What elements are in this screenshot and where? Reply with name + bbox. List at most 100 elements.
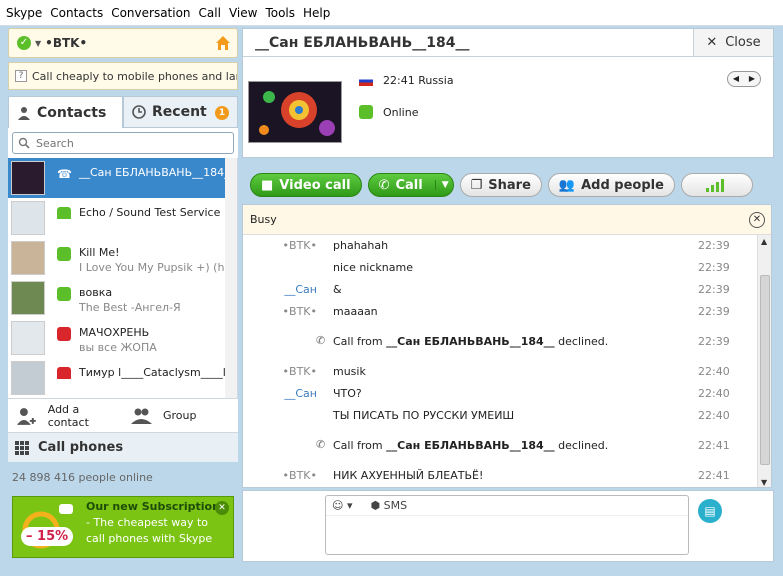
close-icon: ✕	[706, 35, 718, 50]
home-icon[interactable]	[215, 35, 231, 51]
promo-bar[interactable]: ? Call cheaply to mobile phones and land…	[8, 62, 238, 90]
scrollbar-thumb[interactable]	[760, 275, 770, 465]
chat-message: •BTK• phahahah 22:39	[243, 235, 757, 255]
scroll-up-icon[interactable]: ▲	[761, 237, 767, 246]
call-phones-label: Call phones	[38, 440, 124, 455]
contact-item[interactable]: Тимур l____Cataclysm____l	[8, 358, 237, 398]
contact-list-scrollbar[interactable]	[225, 158, 237, 398]
send-button[interactable]: ▤	[698, 499, 722, 523]
message-time: 22:41	[698, 469, 730, 482]
contact-item[interactable]: Echo / Sound Test Service	[8, 198, 237, 238]
message-text: maaaan	[333, 305, 378, 318]
chat-message: nice nickname 22:39	[243, 257, 757, 277]
emoticon-icon[interactable]: ☺ ▾	[332, 499, 353, 512]
offline-status-icon	[57, 367, 71, 379]
add-contact-button[interactable]: Add a contact	[8, 403, 123, 429]
menu-contacts[interactable]: Contacts	[50, 6, 103, 20]
chat-message: ТЫ ПИСАТЬ ПО РУССКИ УМЕИШ 22:40	[243, 405, 757, 425]
profile-nav-arrows[interactable]: ◀ ▶	[727, 71, 761, 87]
message-time: 22:39	[698, 305, 730, 318]
close-icon[interactable]: ✕	[215, 501, 229, 515]
profile-art-image	[249, 82, 341, 142]
menu-tools[interactable]: Tools	[265, 6, 295, 20]
add-people-icon: 👥	[558, 177, 576, 193]
avatar	[11, 161, 45, 195]
contact-info: МАЧОХРЕНЬ вы все ЖОПА	[57, 321, 227, 354]
video-call-button[interactable]: ■ Video call	[250, 173, 362, 197]
call-toolbar: ■ Video call ✆ Call ▼ ❐ Share 👥 Add peop…	[242, 170, 774, 200]
message-time: 22:39	[698, 261, 730, 274]
conversation-title: __Сан ЕБЛАНЬВАНЬ__184__	[243, 29, 693, 57]
add-contact-label: Add a contact	[47, 402, 89, 429]
call-button[interactable]: ✆ Call ▼	[367, 173, 454, 197]
message-text: &	[333, 283, 342, 296]
sms-button[interactable]: ⬢ SMS	[371, 499, 408, 512]
contact-item[interactable]: Kill Me! I Love You My Pupsik +) (h)	[8, 238, 237, 278]
search-area	[8, 128, 238, 158]
share-label: Share	[488, 177, 531, 193]
close-button[interactable]: ✕ Close	[693, 29, 773, 57]
menu-skype[interactable]: Skype	[6, 6, 42, 20]
compose-toolbar: ☺ ▾ ⬢ SMS	[326, 496, 688, 516]
chevron-down-icon[interactable]: ▼	[434, 180, 449, 190]
avatar	[11, 241, 45, 275]
signal-bars-icon	[705, 179, 724, 192]
scroll-down-icon[interactable]: ▼	[761, 478, 767, 487]
group-button[interactable]: Group	[123, 406, 238, 426]
menu-help[interactable]: Help	[303, 6, 330, 20]
search-box	[12, 132, 234, 154]
menu-call[interactable]: Call	[199, 6, 221, 20]
subscription-ad[interactable]: – 15% Our new Subscriptions - The cheape…	[12, 496, 234, 558]
dialpad-icon	[15, 440, 29, 455]
menu-bar: Skype Contacts Conversation Call View To…	[0, 0, 783, 26]
contact-item[interactable]: ☎ __Сан ЕБЛАНЬВАНЬ__184__	[8, 158, 237, 198]
russia-flag-icon	[359, 75, 373, 86]
call-phones-button[interactable]: Call phones	[8, 432, 238, 462]
online-count: 24 898 416 people online	[12, 471, 153, 484]
message-time: 22:40	[698, 387, 730, 400]
conversation-pane: __Сан ЕБЛАНЬВАНЬ__184__ ✕ Close 22:41 Ru…	[242, 28, 774, 568]
call-event-text: Call from __Сан ЕБЛАНЬВАНЬ__184__ declin…	[333, 439, 608, 452]
call-quality-button[interactable]	[680, 173, 753, 197]
share-button[interactable]: ❐ Share	[459, 173, 542, 197]
contact-item[interactable]: вовка The Best -Ангел-Я	[8, 278, 237, 318]
search-input[interactable]	[36, 136, 216, 150]
chat-message: __Сан & 22:39	[243, 279, 757, 299]
chat-bubble-icon: ▤	[704, 504, 716, 518]
contact-name: Kill Me!	[79, 246, 120, 259]
contact-item[interactable]: МАЧОХРЕНЬ вы все ЖОПА	[8, 318, 237, 358]
online-status-icon	[359, 105, 373, 119]
call-event-prefix: Call from	[333, 335, 387, 348]
call-event: ✆ Call from __Сан ЕБЛАНЬВАНЬ__184__ decl…	[243, 331, 757, 351]
online-status-icon	[57, 287, 71, 301]
contact-name: Тимур l____Cataclysm____l	[79, 366, 226, 379]
message-text: НИК АХУЕННЫЙ БЛЕАТЬЁ!	[333, 469, 484, 482]
message-list: •BTK• phahahah 22:39 nice nickname 22:39…	[243, 235, 757, 487]
add-people-button[interactable]: 👥 Add people	[547, 173, 675, 197]
contact-info: Kill Me! I Love You My Pupsik +) (h)	[57, 241, 227, 274]
message-input[interactable]: ☺ ▾ ⬢ SMS	[325, 495, 689, 555]
add-people-label: Add people	[581, 177, 664, 193]
arrow-left-icon[interactable]: ◀	[728, 72, 744, 86]
chat-scrollbar[interactable]: ▲ ▼	[757, 235, 771, 487]
call-label: Call	[395, 177, 423, 193]
user-status-box[interactable]: ✓ ▼ •BTK•	[8, 28, 238, 58]
menu-view[interactable]: View	[229, 6, 257, 20]
message-sender: •BTK•	[282, 469, 317, 482]
tab-contacts-label: Contacts	[37, 104, 107, 121]
offline-status-icon	[57, 327, 71, 341]
contact-name: МАЧОХРЕНЬ	[79, 326, 150, 339]
add-person-icon	[16, 407, 36, 425]
arrow-right-icon[interactable]: ▶	[744, 72, 760, 86]
message-text: nice nickname	[333, 261, 413, 274]
video-camera-icon: ■	[261, 177, 274, 193]
message-sender: __Сан	[284, 283, 317, 296]
close-icon[interactable]: ✕	[749, 212, 765, 228]
menu-conversation[interactable]: Conversation	[111, 6, 190, 20]
chat-history: Busy ✕ •BTK• phahahah 22:39 nice nicknam…	[242, 204, 772, 488]
message-text: phahahah	[333, 239, 389, 252]
skype-window: ✓ ▼ •BTK• ? Call cheaply to mobile phone…	[0, 26, 783, 576]
tab-recent[interactable]: Recent 1	[123, 96, 238, 128]
tab-contacts[interactable]: Contacts	[8, 96, 123, 128]
message-time: 22:41	[698, 439, 730, 452]
